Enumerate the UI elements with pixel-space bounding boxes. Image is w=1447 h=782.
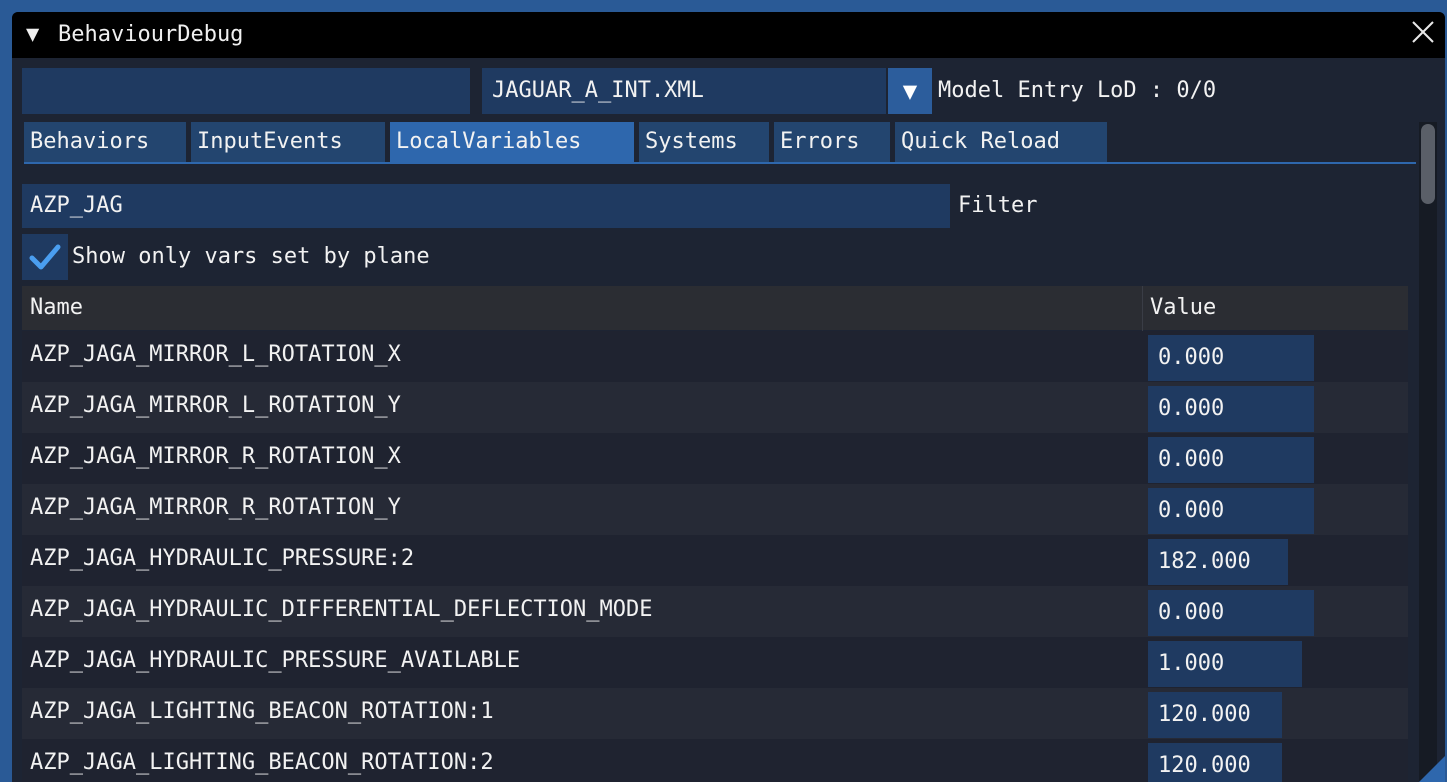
table-row[interactable]: AZP_JAGA_LIGHTING_BEACON_ROTATION:2 120.…: [22, 739, 1408, 782]
tab-errors[interactable]: Errors: [774, 122, 890, 162]
close-icon[interactable]: [1409, 18, 1437, 46]
table-row[interactable]: AZP_JAGA_MIRROR_L_ROTATION_X 0.000: [22, 331, 1408, 382]
table-row[interactable]: AZP_JAGA_MIRROR_L_ROTATION_Y 0.000: [22, 382, 1408, 433]
variable-name: AZP_JAGA_MIRROR_R_ROTATION_X: [30, 444, 401, 469]
file-select[interactable]: JAGUAR_A_INT.XML: [482, 68, 886, 114]
variable-value-input[interactable]: 0.000: [1148, 335, 1314, 381]
window-title: BehaviourDebug: [58, 22, 244, 47]
variable-value-input[interactable]: 0.000: [1148, 437, 1314, 483]
show-only-plane-checkbox[interactable]: [22, 234, 68, 280]
variable-name: AZP_JAGA_MIRROR_L_ROTATION_X: [30, 342, 401, 367]
table-row[interactable]: AZP_JAGA_MIRROR_R_ROTATION_Y 0.000: [22, 484, 1408, 535]
checkmark-icon: [29, 244, 61, 270]
table-header: Name Value: [22, 286, 1408, 330]
variable-name: AZP_JAGA_HYDRAULIC_PRESSURE:2: [30, 546, 415, 571]
model-lod-label: Model Entry LoD : 0/0: [938, 78, 1217, 103]
table-row[interactable]: AZP_JAGA_LIGHTING_BEACON_ROTATION:1 120.…: [22, 688, 1408, 739]
tab-underline: [24, 162, 1416, 164]
window-content: JAGUAR_A_INT.XML ▼ Model Entry LoD : 0/0…: [12, 58, 1445, 782]
table-row[interactable]: AZP_JAGA_MIRROR_R_ROTATION_X 0.000: [22, 433, 1408, 484]
table-row[interactable]: AZP_JAGA_HYDRAULIC_PRESSURE:2 182.000: [22, 535, 1408, 586]
variable-name: AZP_JAGA_MIRROR_R_ROTATION_Y: [30, 495, 401, 520]
show-only-plane-label: Show only vars set by plane: [72, 244, 430, 269]
variable-name: AZP_JAGA_HYDRAULIC_PRESSURE_AVAILABLE: [30, 648, 521, 673]
behaviour-debug-window: ▼ BehaviourDebug JAGUAR_A_INT.XML ▼ Mode…: [12, 12, 1445, 782]
variable-value-input[interactable]: 0.000: [1148, 386, 1314, 432]
tab-systems[interactable]: Systems: [639, 122, 769, 162]
variable-value-input[interactable]: 182.000: [1148, 539, 1288, 585]
variables-table: Name Value AZP_JAGA_MIRROR_L_ROTATION_X …: [22, 286, 1408, 782]
search-input[interactable]: [22, 68, 470, 114]
variable-name: AZP_JAGA_HYDRAULIC_DIFFERENTIAL_DEFLECTI…: [30, 597, 653, 622]
variable-value-input[interactable]: 120.000: [1148, 743, 1282, 782]
variable-value-input[interactable]: 120.000: [1148, 692, 1282, 738]
variable-value-input[interactable]: 0.000: [1148, 590, 1314, 636]
variable-name: AZP_JAGA_LIGHTING_BEACON_ROTATION:2: [30, 750, 494, 775]
filter-label: Filter: [958, 193, 1038, 218]
variable-name: AZP_JAGA_MIRROR_L_ROTATION_Y: [30, 393, 401, 418]
tab-behaviors[interactable]: Behaviors: [24, 122, 186, 162]
column-header-name[interactable]: Name: [30, 286, 83, 330]
resize-grip-icon[interactable]: [1419, 756, 1445, 782]
vertical-scrollbar[interactable]: [1419, 122, 1437, 782]
column-header-value[interactable]: Value: [1150, 286, 1216, 330]
tab-inputevents[interactable]: InputEvents: [191, 122, 385, 162]
collapse-triangle-icon[interactable]: ▼: [26, 22, 39, 47]
variable-name: AZP_JAGA_LIGHTING_BEACON_ROTATION:1: [30, 699, 494, 724]
tab-localvariables[interactable]: LocalVariables: [390, 122, 634, 162]
chevron-down-icon[interactable]: ▼: [888, 68, 932, 114]
table-row[interactable]: AZP_JAGA_HYDRAULIC_DIFFERENTIAL_DEFLECTI…: [22, 586, 1408, 637]
filter-input[interactable]: AZP_JAG: [22, 184, 950, 228]
variable-value-input[interactable]: 1.000: [1148, 641, 1302, 687]
title-bar[interactable]: ▼ BehaviourDebug: [12, 12, 1445, 58]
tab-quick-reload[interactable]: Quick Reload: [895, 122, 1107, 162]
scrollbar-thumb[interactable]: [1421, 124, 1435, 204]
variable-value-input[interactable]: 0.000: [1148, 488, 1314, 534]
table-row[interactable]: AZP_JAGA_HYDRAULIC_PRESSURE_AVAILABLE 1.…: [22, 637, 1408, 688]
